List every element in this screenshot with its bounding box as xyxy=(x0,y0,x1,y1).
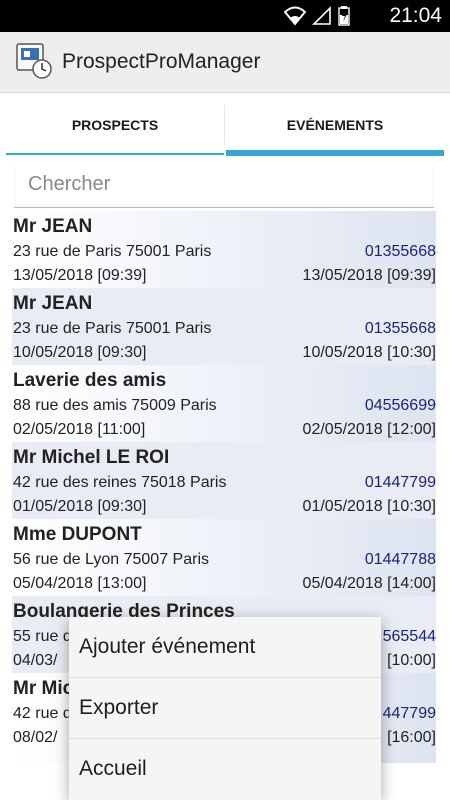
event-end: 13/05/2018 [09:39] xyxy=(302,267,436,284)
event-name: Mr Michel LE ROI xyxy=(13,447,170,468)
event-address: 23 rue de Paris 75001 Paris xyxy=(13,243,212,260)
event-start: 02/05/2018 [11:00] xyxy=(13,421,146,438)
list-item[interactable]: Mr JEAN 23 rue de Paris 75001 Paris 0135… xyxy=(12,211,436,288)
menu-item-add-event[interactable]: Ajouter événement xyxy=(69,617,381,678)
event-phone: 01447799 xyxy=(364,474,436,491)
event-start: 13/05/2018 [09:39] xyxy=(13,267,147,284)
event-address: 88 rue des amis 75009 Paris xyxy=(13,397,217,414)
event-address: 56 rue de Lyon 75007 Paris xyxy=(13,551,209,568)
event-address: 23 rue de Paris 75001 Paris xyxy=(13,320,212,337)
event-start: 08/02/ xyxy=(13,729,58,746)
list-item[interactable]: Laverie des amis 88 rue des amis 75009 P… xyxy=(12,365,436,442)
event-start: 10/05/2018 [09:30] xyxy=(13,344,147,361)
event-phone: 01355668 xyxy=(364,243,436,260)
list-item[interactable]: Mme DUPONT 56 rue de Lyon 75007 Paris 01… xyxy=(12,519,436,596)
event-end: 10/05/2018 [10:30] xyxy=(302,344,436,361)
event-end: [16:00] xyxy=(387,729,436,746)
event-phone: 01355668 xyxy=(364,320,436,337)
event-phone: 565544 xyxy=(382,628,436,645)
tab-evenements-indicator xyxy=(226,150,444,156)
signal-icon xyxy=(312,6,331,25)
event-address: 55 rue d xyxy=(13,628,72,645)
menu-item-home[interactable]: Accueil xyxy=(69,739,381,799)
event-phone: 01447788 xyxy=(364,551,436,568)
battery-icon xyxy=(338,6,350,26)
event-address: 42 rue des reines 75018 Paris xyxy=(13,474,227,491)
status-icons xyxy=(284,5,350,27)
action-bar: ProspectProManager xyxy=(0,32,450,93)
overflow-menu: Ajouter événement Exporter Accueil xyxy=(69,617,381,800)
wifi-icon xyxy=(284,6,306,26)
tab-prospects[interactable]: PROSPECTS xyxy=(6,93,224,157)
search-box xyxy=(14,163,434,208)
event-start: 05/04/2018 [13:00] xyxy=(13,575,147,592)
event-end: 02/05/2018 [12:00] xyxy=(302,421,436,438)
event-name: Mr JEAN xyxy=(13,216,93,237)
tab-bar: PROSPECTS EVÉNEMENTS xyxy=(0,93,450,157)
event-end: [10:00] xyxy=(387,652,436,669)
tab-evenements[interactable]: EVÉNEMENTS xyxy=(226,93,444,157)
tab-divider xyxy=(224,105,225,145)
app-logo-icon xyxy=(16,43,52,79)
event-phone: 04556699 xyxy=(364,397,436,414)
event-end: 01/05/2018 [10:30] xyxy=(302,498,436,515)
event-phone: 447799 xyxy=(382,705,436,722)
status-bar: 21:04 xyxy=(0,0,450,32)
event-address: 42 rue d xyxy=(13,705,72,722)
tab-prospects-underline xyxy=(6,153,224,155)
event-name: Mr JEAN xyxy=(13,293,93,314)
event-name: Mr Mic xyxy=(13,678,74,699)
status-time: 21:04 xyxy=(389,4,442,27)
event-end: 05/04/2018 [14:00] xyxy=(302,575,436,592)
event-start: 01/05/2018 [09:30] xyxy=(13,498,147,515)
event-name: Laverie des amis xyxy=(13,370,167,391)
search-input[interactable] xyxy=(26,163,430,205)
app-title: ProspectProManager xyxy=(62,50,261,73)
event-name: Mme DUPONT xyxy=(13,524,142,545)
list-item[interactable]: Mr JEAN 23 rue de Paris 75001 Paris 0135… xyxy=(12,288,436,365)
list-item[interactable]: Mr Michel LE ROI 42 rue des reines 75018… xyxy=(12,442,436,519)
event-start: 04/03/ xyxy=(13,652,58,669)
menu-item-export[interactable]: Exporter xyxy=(69,678,381,739)
